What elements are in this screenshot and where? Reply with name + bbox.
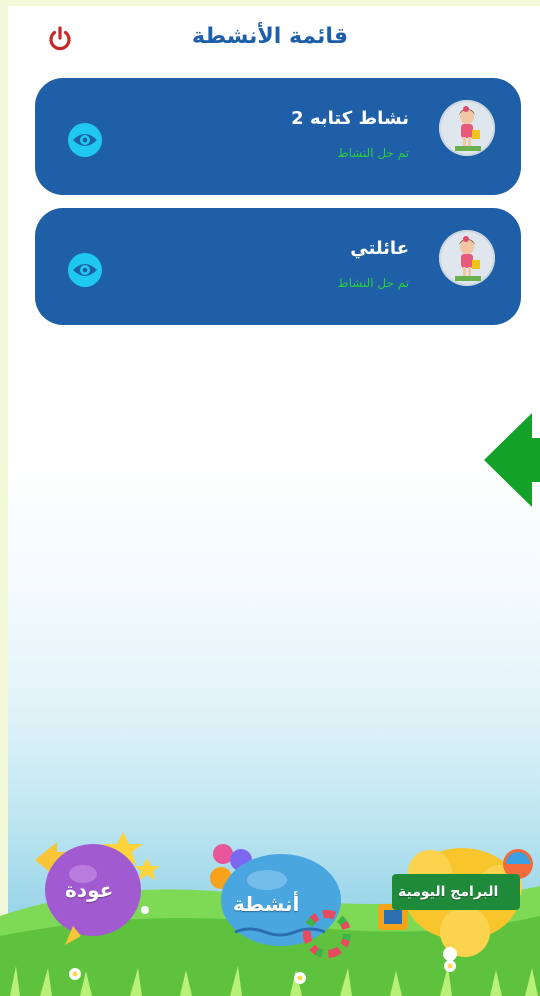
page-title: قائمة الأنشطة (191, 24, 349, 49)
avatar (439, 100, 495, 156)
avatar (439, 230, 495, 286)
activity-card[interactable]: نشاط كتابه 2 تم حل النشاط (35, 78, 521, 195)
activity-title: عائلتي (350, 238, 409, 259)
activities-label: أنشطة (233, 892, 300, 916)
activity-status: تم حل النشاط (337, 146, 409, 160)
back-label: عودة (65, 878, 114, 902)
power-icon[interactable] (45, 24, 75, 54)
activity-status: تم حل النشاط (337, 276, 409, 290)
back-button[interactable]: عودة (35, 830, 165, 950)
eye-icon[interactable] (67, 252, 103, 288)
activity-title: نشاط كتابه 2 (291, 108, 409, 129)
eye-icon[interactable] (67, 122, 103, 158)
activities-button[interactable]: أنشطة (205, 842, 355, 962)
green-arrow-icon[interactable] (484, 413, 540, 507)
daily-programs-label: البرامج اليومية (398, 884, 499, 900)
header: قائمة الأنشطة (0, 14, 540, 60)
daily-programs-button[interactable]: البرامج اليومية (370, 842, 535, 972)
activity-card[interactable]: عائلتي تم حل النشاط (35, 208, 521, 325)
